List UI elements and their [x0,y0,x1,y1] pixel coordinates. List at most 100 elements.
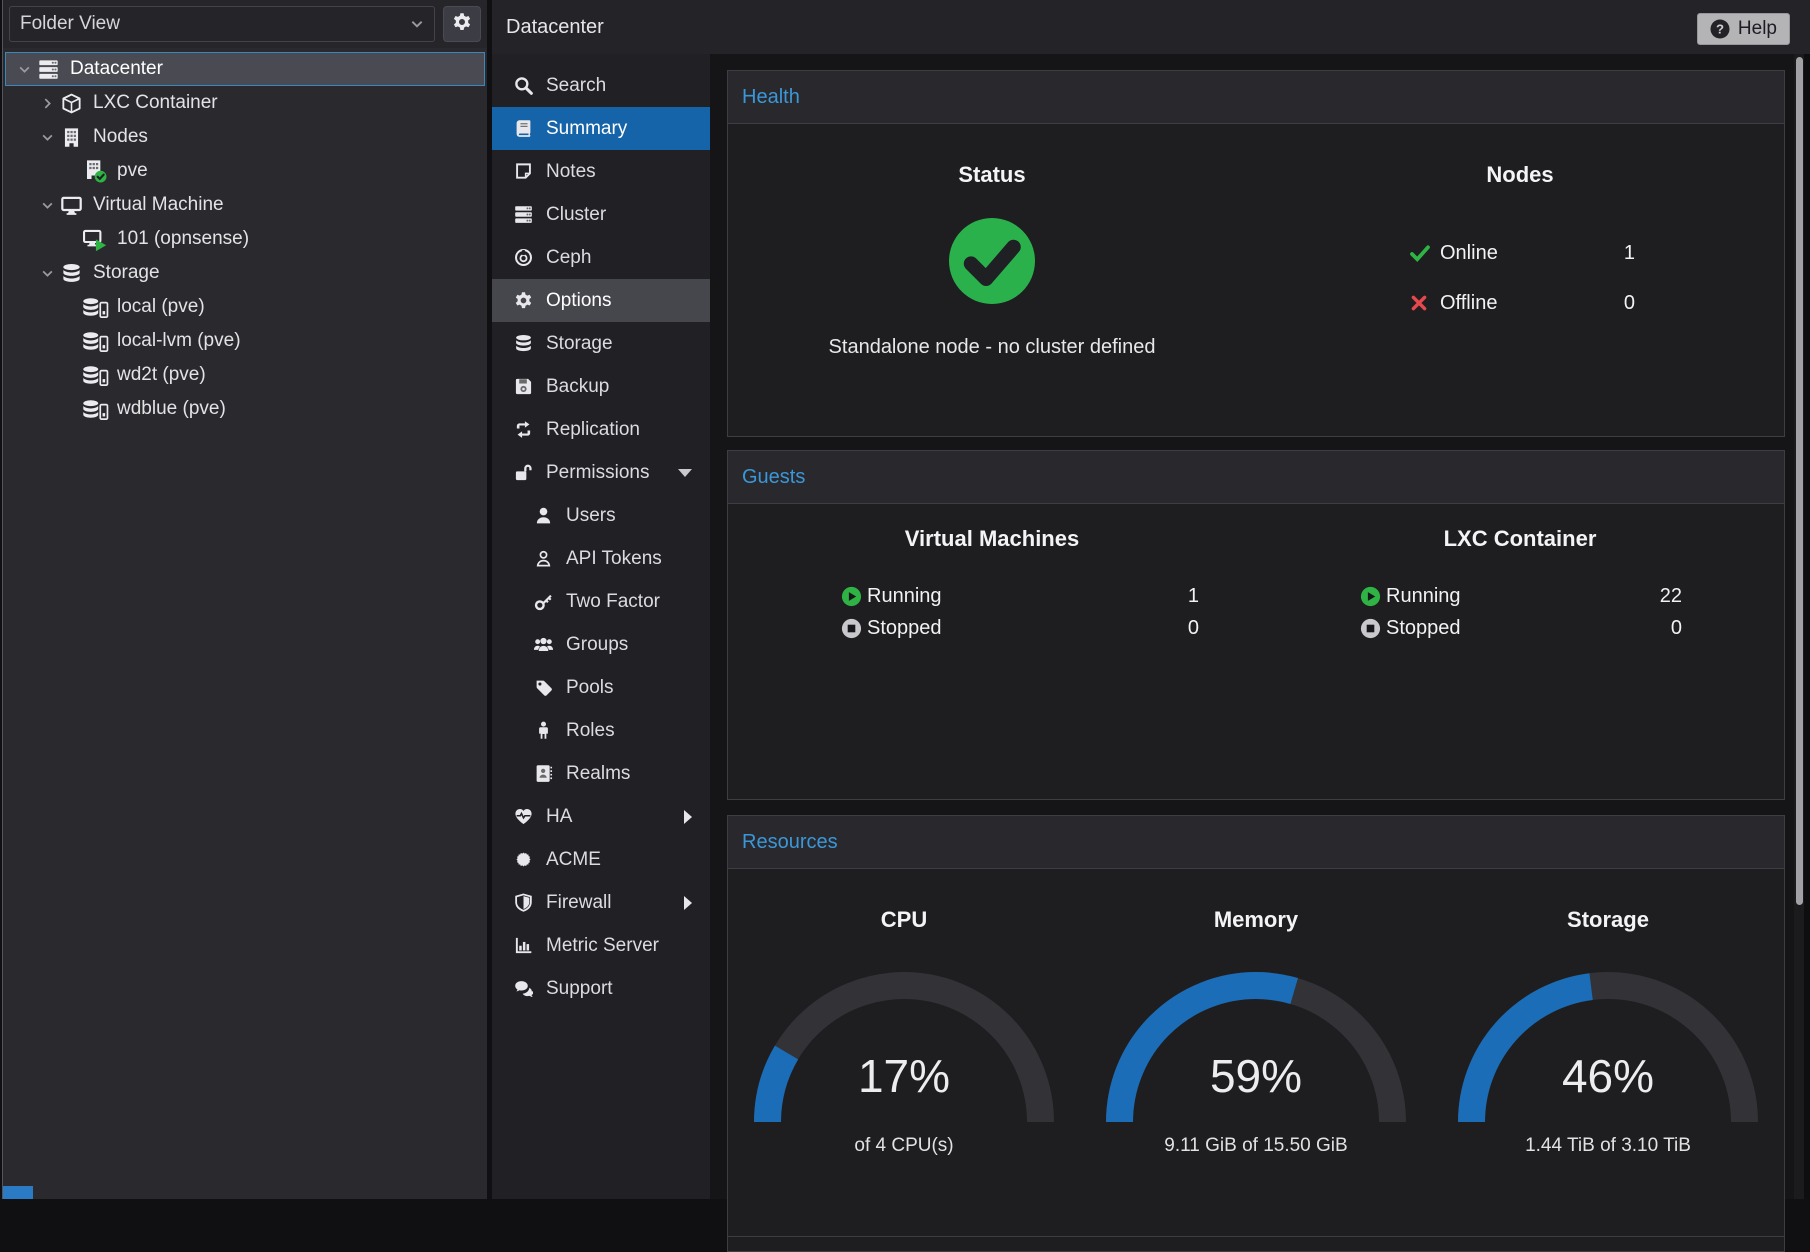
lxc-running-row: Running 22 [1360,580,1682,612]
server-icon [34,59,62,80]
guests-panel-title: Guests [742,466,805,489]
menu-item-roles[interactable]: Roles [492,709,710,752]
key-icon [532,592,554,611]
tree-item-label: LXC Container [93,92,218,114]
tree-item-storage-wd2t[interactable]: wd2t (pve) [3,358,487,392]
proxmox-datacenter-window: Folder View Datacenter LXC Container [0,0,1810,1199]
menu-item-label: Summary [546,118,627,140]
status-heading: Status [728,162,1256,188]
help-button-label: Help [1738,18,1777,40]
vm-heading: Virtual Machines [728,526,1256,552]
tree-item-storage-local-lvm[interactable]: local-lvm (pve) [3,324,487,358]
cube-icon [57,93,85,114]
resources-panel: Resources CPU 17% of 4 CPU(s) [727,815,1785,1252]
gear-icon [452,12,472,37]
tree-item-storage-wdblue[interactable]: wdblue (pve) [3,392,487,426]
menu-item-backup[interactable]: Backup [492,365,710,408]
user-outline-icon [532,549,554,568]
chevron-down-icon[interactable] [37,131,57,144]
menu-item-label: Pools [566,677,614,699]
tree-item-nodes[interactable]: Nodes [3,120,487,154]
check-icon [1410,243,1434,263]
storage-subtext: 1.44 TiB of 3.10 TiB [1432,1135,1784,1157]
menu-item-options[interactable]: Options [492,279,710,322]
tree-item-storage[interactable]: Storage [3,256,487,290]
tree-item-label: wd2t (pve) [117,364,206,386]
tree-item-label: pve [117,160,148,182]
users-icon [532,635,554,654]
tree-item-datacenter[interactable]: Datacenter [5,52,485,86]
menu-item-two-factor[interactable]: Two Factor [492,580,710,623]
sync-icon [512,420,534,439]
menu-item-label: HA [546,806,572,828]
menu-item-label: Notes [546,161,596,183]
menu-item-cluster[interactable]: Cluster [492,193,710,236]
cpu-subtext: of 4 CPU(s) [728,1135,1080,1157]
desktop-icon [57,195,85,216]
person-icon [532,721,554,740]
tree-settings-button[interactable] [443,6,481,42]
help-button[interactable]: Help [1697,13,1790,45]
menu-item-permissions[interactable]: Permissions [492,451,710,494]
tree-item-label: Datacenter [70,58,163,80]
status-ok-icon [949,218,1035,309]
health-panel: Health Status Standalone node - no clust… [727,70,1785,437]
tree-item-label: wdblue (pve) [117,398,226,420]
tree-item-label: Storage [93,262,160,284]
search-icon [512,76,534,95]
cross-icon [1410,294,1434,312]
chevron-down-icon[interactable] [37,267,57,280]
chevron-right-icon[interactable] [37,97,57,110]
guests-vm-column: Virtual Machines Running 1 Stopped 0 [728,504,1256,799]
tree-item-vm-101[interactable]: 101 (opnsense) [3,222,487,256]
content-scrollbar[interactable] [1794,54,1804,1199]
menu-item-support[interactable]: Support [492,967,710,1010]
menu-item-api-tokens[interactable]: API Tokens [492,537,710,580]
menu-item-groups[interactable]: Groups [492,623,710,666]
stop-circle-icon [841,618,867,639]
shield-icon [512,893,534,912]
health-status-column: Status Standalone node - no cluster defi… [728,124,1256,436]
health-nodes-column: Nodes Online 1 Offline 0 [1256,124,1784,436]
menu-item-storage[interactable]: Storage [492,322,710,365]
menu-item-ha[interactable]: HA [492,795,710,838]
storage-icon [81,297,109,318]
content-header: Datacenter Help [492,0,1810,54]
menu-item-label: Search [546,75,606,97]
status-text: Standalone node - no cluster defined [728,336,1256,359]
menu-item-replication[interactable]: Replication [492,408,710,451]
menu-item-metric-server[interactable]: Metric Server [492,924,710,967]
tree-item-lxc-container[interactable]: LXC Container [3,86,487,120]
caret-right-icon [684,810,692,824]
chevron-down-icon[interactable] [14,63,34,76]
view-mode-select[interactable]: Folder View [9,6,435,42]
gear-icon [512,291,534,310]
menu-item-ceph[interactable]: Ceph [492,236,710,279]
tree-item-pve[interactable]: pve [3,154,487,188]
menu-item-label: Users [566,505,616,527]
nodes-offline-value: 0 [1624,292,1635,315]
menu-item-acme[interactable]: ACME [492,838,710,881]
menu-item-realms[interactable]: Realms [492,752,710,795]
tree-item-virtual-machine[interactable]: Virtual Machine [3,188,487,222]
menu-item-label: Realms [566,763,630,785]
menu-item-summary[interactable]: Summary [492,107,710,150]
menu-item-firewall[interactable]: Firewall [492,881,710,924]
cpu-heading: CPU [728,907,1080,933]
memory-subtext: 9.11 GiB of 15.50 GiB [1080,1135,1432,1157]
menu-item-label: Support [546,978,613,1000]
tag-icon [532,678,554,697]
scrollbar-thumb[interactable] [1796,57,1803,905]
heartbeat-icon [512,807,534,826]
tree-item-label: 101 (opnsense) [117,228,249,250]
menu-item-users[interactable]: Users [492,494,710,537]
menu-item-search[interactable]: Search [492,64,710,107]
menu-item-pools[interactable]: Pools [492,666,710,709]
storage-icon [81,399,109,420]
tree-item-storage-local[interactable]: local (pve) [3,290,487,324]
menu-item-notes[interactable]: Notes [492,150,710,193]
chevron-down-icon[interactable] [37,199,57,212]
resources-panel-title: Resources [742,831,838,854]
comments-icon [512,979,534,998]
play-circle-icon [1360,586,1386,607]
